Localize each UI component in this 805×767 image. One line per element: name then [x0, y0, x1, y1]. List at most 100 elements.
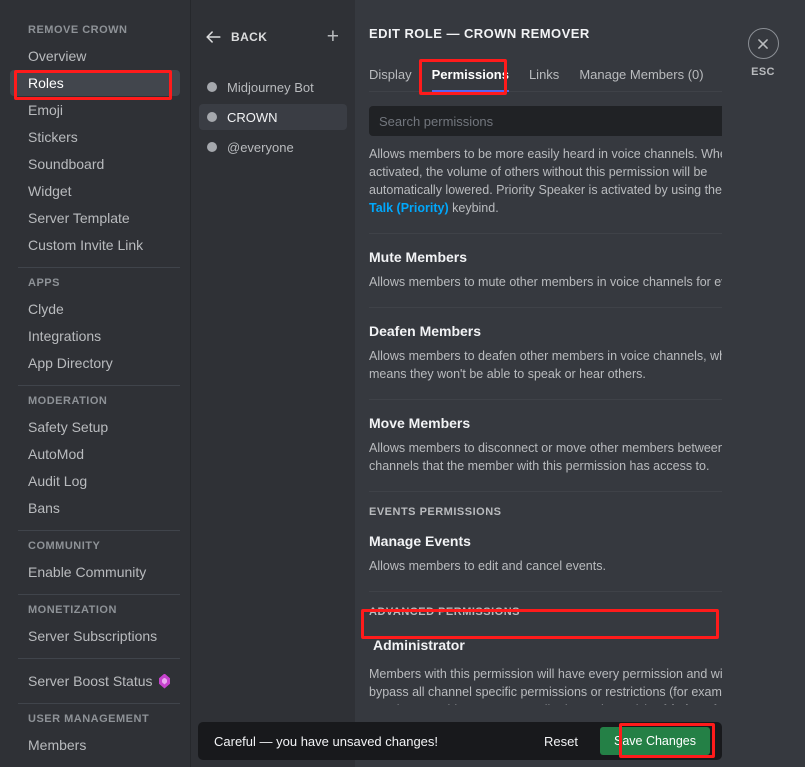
sidebar-group-header-community: COMMUNITY [28, 540, 101, 552]
permission-divider [369, 399, 783, 400]
back-label: BACK [231, 30, 268, 44]
sidebar-item-clyde[interactable]: Clyde [10, 296, 180, 322]
sidebar-item-label: Custom Invite Link [28, 237, 144, 253]
sidebar-divider [18, 594, 180, 595]
close-panel: ESC [722, 0, 805, 767]
tab-display[interactable]: Display [369, 67, 422, 91]
add-role-icon[interactable]: + [327, 26, 339, 47]
sidebar-item-label: Bans [28, 500, 60, 516]
tab-label: Display [369, 67, 412, 82]
sidebar-item-label: AutoMod [28, 446, 85, 462]
sidebar-item-server-template[interactable]: Server Template [10, 205, 180, 231]
permission-row-administrator: Administrator [369, 632, 783, 658]
sidebar-divider [18, 658, 180, 659]
sidebar-item-server-subscriptions[interactable]: Server Subscriptions [10, 623, 180, 649]
sidebar-divider [18, 267, 180, 268]
close-button[interactable]: ESC [740, 28, 786, 78]
back-button[interactable]: BACK [205, 30, 267, 44]
sidebar-item-label: Server Subscriptions [28, 628, 158, 644]
sidebar-item-server-boost-status[interactable]: Server Boost Status [10, 668, 180, 694]
roles-list: Midjourney Bot CROWN @everyone [191, 74, 355, 160]
sidebar-item-label: Audit Log [28, 473, 88, 489]
sidebar-item-enable-community[interactable]: Enable Community [10, 559, 180, 585]
sidebar-item-label: Integrations [28, 328, 102, 344]
permission-divider [369, 491, 783, 492]
sidebar-item-invites[interactable]: Invites [10, 759, 180, 767]
tab-label: Manage Members (0) [579, 67, 704, 82]
permission-description-administrator: Members with this permission will have e… [369, 665, 783, 705]
role-name: CROWN [227, 109, 278, 125]
unsaved-changes-message: Careful — you have unsaved changes! [214, 733, 439, 749]
sidebar-divider [18, 385, 180, 386]
sidebar-item-label: Widget [28, 183, 72, 199]
sidebar-item-label: Overview [28, 48, 87, 64]
sidebar-item-label: Safety Setup [28, 419, 109, 435]
unsaved-changes-bar: Careful — you have unsaved changes! Rese… [198, 722, 722, 760]
permission-name: Deafen Members [369, 323, 482, 339]
sidebar-group-header-monetization: MONETIZATION [28, 604, 117, 616]
sidebar-item-label: Server Boost Status [28, 673, 153, 689]
sidebar-item-members[interactable]: Members [10, 732, 180, 758]
tab-manage-members[interactable]: Manage Members (0) [569, 67, 713, 91]
settings-sidebar: REMOVE CROWN Overview Roles Emoji Sticke… [0, 0, 190, 767]
sidebar-item-label: Roles [28, 75, 64, 91]
sidebar-item-audit-log[interactable]: Audit Log [10, 468, 180, 494]
role-name: @everyone [227, 139, 294, 155]
sidebar-group-header-server: REMOVE CROWN [28, 24, 128, 36]
role-color-dot [207, 142, 217, 152]
desc-text-part: Allows members to be more easily heard i… [369, 147, 734, 197]
sidebar-item-label: Soundboard [28, 156, 105, 172]
permission-name: Move Members [369, 415, 471, 431]
sidebar-group-header-apps: APPS [28, 277, 60, 289]
tab-permissions[interactable]: Permissions [422, 67, 519, 92]
sidebar-item-overview[interactable]: Overview [10, 43, 180, 69]
sidebar-divider [18, 530, 180, 531]
permission-row-manage-events: Manage Events [369, 532, 783, 550]
sidebar-item-stickers[interactable]: Stickers [10, 124, 180, 150]
sidebar-item-soundboard[interactable]: Soundboard [10, 151, 180, 177]
sidebar-item-widget[interactable]: Widget [10, 178, 180, 204]
permission-name: Administrator [373, 637, 465, 653]
arrow-left-icon [206, 31, 221, 43]
permission-description-move-members: Allows members to disconnect or move oth… [369, 441, 758, 473]
roles-list-panel: BACK + Midjourney Bot CROWN @everyone [190, 0, 355, 767]
sidebar-item-emoji[interactable]: Emoji [10, 97, 180, 123]
role-item-midjourney-bot[interactable]: Midjourney Bot [199, 74, 347, 100]
search-permissions-field[interactable] [369, 106, 783, 136]
sidebar-item-integrations[interactable]: Integrations [10, 323, 180, 349]
sidebar-item-label: Emoji [28, 102, 64, 118]
sidebar-item-automod[interactable]: AutoMod [10, 441, 180, 467]
permission-description-priority-speaker: Allows members to be more easily heard i… [369, 145, 783, 217]
desc-text-part: Members with this permission will have e… [369, 667, 776, 705]
sidebar-item-app-directory[interactable]: App Directory [10, 350, 180, 376]
save-changes-button[interactable]: Save Changes [599, 727, 710, 755]
sidebar-item-custom-invite-link[interactable]: Custom Invite Link [10, 232, 180, 258]
section-header-advanced-permissions: ADVANCED PERMISSIONS [369, 606, 520, 618]
permission-name: Manage Events [369, 533, 471, 549]
permission-row-deafen-members: Deafen Members [369, 322, 783, 340]
permission-row-mute-members: Mute Members [369, 248, 783, 266]
sidebar-item-label: Invites [28, 759, 68, 767]
permission-divider [369, 307, 783, 308]
permissions-scroll-list[interactable]: Allows members to be more easily heard i… [369, 145, 783, 705]
permission-name: Mute Members [369, 249, 468, 265]
section-header-events-permissions: EVENTS PERMISSIONS [369, 506, 502, 518]
permission-divider [369, 233, 783, 234]
sidebar-item-label: Stickers [28, 129, 78, 145]
tab-label: Links [528, 67, 560, 82]
role-item-everyone[interactable]: @everyone [199, 134, 347, 160]
reset-button[interactable]: Reset [544, 734, 578, 749]
role-color-dot [207, 112, 217, 122]
sidebar-item-label: Clyde [28, 301, 64, 317]
close-icon [758, 38, 768, 49]
role-name: Midjourney Bot [227, 79, 314, 95]
tab-links[interactable]: Links [519, 67, 569, 91]
sidebar-item-label: Members [28, 737, 87, 753]
sidebar-item-bans[interactable]: Bans [10, 495, 180, 521]
roles-panel-header: BACK + [191, 24, 355, 50]
search-input[interactable] [379, 113, 758, 129]
tab-label: Permissions [431, 67, 509, 82]
sidebar-item-roles[interactable]: Roles [10, 70, 180, 96]
role-item-crown[interactable]: CROWN [199, 104, 347, 130]
sidebar-item-safety-setup[interactable]: Safety Setup [10, 414, 180, 440]
